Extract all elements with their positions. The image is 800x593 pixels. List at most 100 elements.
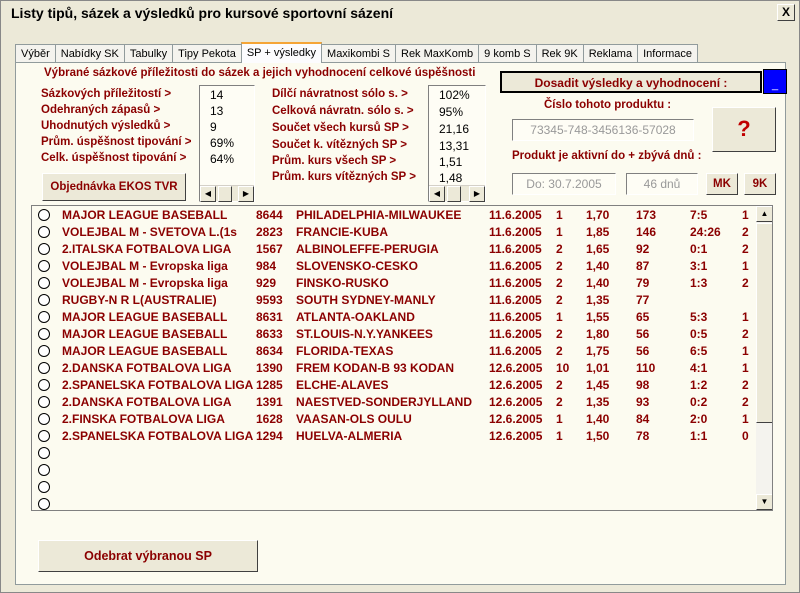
row-radio[interactable] <box>38 430 50 442</box>
stat-value-total-success: 64% <box>210 152 235 166</box>
league-cell: MAJOR LEAGUE BASEBALL <box>62 327 228 341</box>
date-cell: 11.6.2005 <box>489 225 542 239</box>
tip-cell: 1 <box>556 310 563 324</box>
tab-vyber[interactable]: Výběr <box>15 44 56 63</box>
scroll-left-icon[interactable]: ◀ <box>200 186 216 202</box>
tab-sp-vysledky[interactable]: SP + výsledky <box>240 42 323 63</box>
list-scroll-thumb[interactable] <box>756 223 772 423</box>
table-row[interactable]: 2.SPANELSKA FOTBALOVA LIGA 1294 HUELVA-ALM… <box>32 428 754 445</box>
row-radio[interactable] <box>38 379 50 391</box>
mk-button[interactable]: MK <box>706 173 738 195</box>
table-row[interactable]: MAJOR LEAGUE BASEBALL 8644 PHILADELPHIA-MI… <box>32 207 754 224</box>
stat-label-total-success: Celk. úspěšnost tipování > <box>41 152 187 164</box>
league-cell: 2.FINSKA FOTBALOVA LIGA <box>62 412 225 426</box>
table-row[interactable]: 2.DANSKA FOTBALOVA LIGA 1391 NAESTVED-SOND… <box>32 394 754 411</box>
tab-reklama[interactable]: Reklama <box>582 44 639 63</box>
row-radio[interactable] <box>38 362 50 374</box>
evaluate-side-button[interactable]: _ <box>763 69 787 94</box>
evaluate-results-button[interactable]: Dosadit výsledky a vyhodnocení : <box>500 71 762 93</box>
order-ekos-button[interactable]: Objednávka EKOS TVR <box>42 173 186 201</box>
row-radio[interactable] <box>38 226 50 238</box>
score-cell: 3:1 <box>690 259 708 273</box>
close-button[interactable]: X <box>777 4 795 21</box>
left-stats-hscrollbar[interactable]: ◀ ▶ <box>200 185 254 202</box>
scroll-thumb[interactable] <box>218 186 232 202</box>
date-cell: 11.6.2005 <box>489 259 542 273</box>
match-cell: FLORIDA-TEXAS <box>296 344 394 358</box>
table-row[interactable]: VOLEJBAL M - Evropska liga 984 SLOVENSKO-C… <box>32 258 754 275</box>
table-row[interactable]: VOLEJBAL M - SVETOVA L.(1s 2823 FRANCIE-KU… <box>32 224 754 241</box>
scroll-thumb[interactable] <box>447 186 461 202</box>
tip-cell: 2 <box>556 293 563 307</box>
date-cell: 12.6.2005 <box>489 429 543 443</box>
table-row[interactable]: MAJOR LEAGUE BASEBALL 8631 ATLANTA-OAKLAND… <box>32 309 754 326</box>
days-left-field[interactable]: 46 dnů <box>626 173 698 195</box>
row-radio[interactable] <box>38 481 50 493</box>
product-number-field[interactable]: 73345-748-3456136-57028 <box>512 119 694 141</box>
row-radio[interactable] <box>38 413 50 425</box>
match-cell: FINSKO-RUSKO <box>296 276 389 290</box>
row-radio[interactable] <box>38 243 50 255</box>
stat-value-partial-return: 102% <box>439 88 470 102</box>
tip-cell: 2 <box>556 242 563 256</box>
row-radio[interactable] <box>38 447 50 459</box>
table-row[interactable] <box>32 462 754 479</box>
row-radio[interactable] <box>38 277 50 289</box>
tab-tipy-pekota[interactable]: Tipy Pekota <box>172 44 242 63</box>
table-row[interactable]: 2.FINSKA FOTBALOVA LIGA 1628 VAASAN-OLS OU… <box>32 411 754 428</box>
code-cell: 8631 <box>256 310 283 324</box>
scroll-right-icon[interactable]: ▶ <box>238 186 254 202</box>
date-cell: 11.6.2005 <box>489 208 542 222</box>
table-row[interactable]: 2.SPANELSKA FOTBALOVA LIGA 1285 ELCHE-ALAV… <box>32 377 754 394</box>
row-radio[interactable] <box>38 345 50 357</box>
row-radio[interactable] <box>38 209 50 221</box>
scroll-left-icon[interactable]: ◀ <box>429 186 445 202</box>
count-cell: 92 <box>636 242 650 256</box>
tip-cell: 2 <box>556 276 563 290</box>
tip-cell: 1 <box>556 225 563 239</box>
tab-informace[interactable]: Informace <box>637 44 699 63</box>
tab-nabidky-sk[interactable]: Nabídky SK <box>54 44 125 63</box>
active-until-field[interactable]: Do: 30.7.2005 <box>512 173 616 195</box>
tab-rek-9k[interactable]: Rek 9K <box>535 44 584 63</box>
table-row[interactable]: VOLEJBAL M - Evropska liga 929 FINSKO-RUSK… <box>32 275 754 292</box>
row-radio[interactable] <box>38 294 50 306</box>
tab-rek-maxkomb[interactable]: Rek MaxKomb <box>395 44 480 63</box>
stat-label-opportunities: Sázkových příležitostí > <box>41 88 172 100</box>
stat-label-avg-odds: Prům. kurs všech SP > <box>272 155 397 167</box>
scroll-down-icon[interactable]: ▼ <box>756 494 772 510</box>
tab-maxikombi-s[interactable]: Maxikombi S <box>321 44 396 63</box>
row-radio[interactable] <box>38 311 50 323</box>
scroll-up-icon[interactable]: ▲ <box>756 206 772 222</box>
league-cell: 2.SPANELSKA FOTBALOVA LIGA <box>62 429 254 443</box>
odds-cell: 1,50 <box>586 429 610 443</box>
middle-stats-hscrollbar[interactable]: ◀ ▶ <box>429 185 485 202</box>
table-row[interactable] <box>32 445 754 462</box>
row-radio[interactable] <box>38 498 50 510</box>
date-cell: 11.6.2005 <box>489 327 542 341</box>
table-row[interactable]: MAJOR LEAGUE BASEBALL 8633 ST.LOUIS-N.Y.YA… <box>32 326 754 343</box>
9k-button[interactable]: 9K <box>744 173 776 195</box>
row-radio[interactable] <box>38 260 50 272</box>
table-row[interactable]: RUGBY-N R L(AUSTRALIE) 9593 SOUTH SYDNEY-M… <box>32 292 754 309</box>
table-row[interactable]: MAJOR LEAGUE BASEBALL 8634 FLORIDA-TEXAS 11… <box>32 343 754 360</box>
tab-9-komb-s[interactable]: 9 komb S <box>478 44 537 63</box>
match-cell: ELCHE-ALAVES <box>296 378 389 392</box>
count-cell: 65 <box>636 310 650 324</box>
remove-selected-button[interactable]: Odebrat výbranou SP <box>38 540 258 572</box>
tab-tabulky[interactable]: Tabulky <box>123 44 174 63</box>
league-cell: MAJOR LEAGUE BASEBALL <box>62 208 228 222</box>
row-radio[interactable] <box>38 464 50 476</box>
stat-label-played: Odehraných zápasů > <box>41 104 161 116</box>
table-row[interactable] <box>32 479 754 496</box>
row-radio[interactable] <box>38 328 50 340</box>
help-button[interactable]: ? <box>712 107 776 152</box>
table-row[interactable] <box>32 496 754 510</box>
odds-cell: 1,70 <box>586 208 610 222</box>
table-row[interactable]: 2.DANSKA FOTBALOVA LIGA 1390 FREM KODAN-B … <box>32 360 754 377</box>
league-cell: MAJOR LEAGUE BASEBALL <box>62 344 228 358</box>
list-vscrollbar[interactable]: ▲ ▼ <box>756 206 772 510</box>
table-row[interactable]: 2.ITALSKA FOTBALOVA LIGA 1567 ALBINOLEFFE-… <box>32 241 754 258</box>
row-radio[interactable] <box>38 396 50 408</box>
scroll-right-icon[interactable]: ▶ <box>469 186 485 202</box>
